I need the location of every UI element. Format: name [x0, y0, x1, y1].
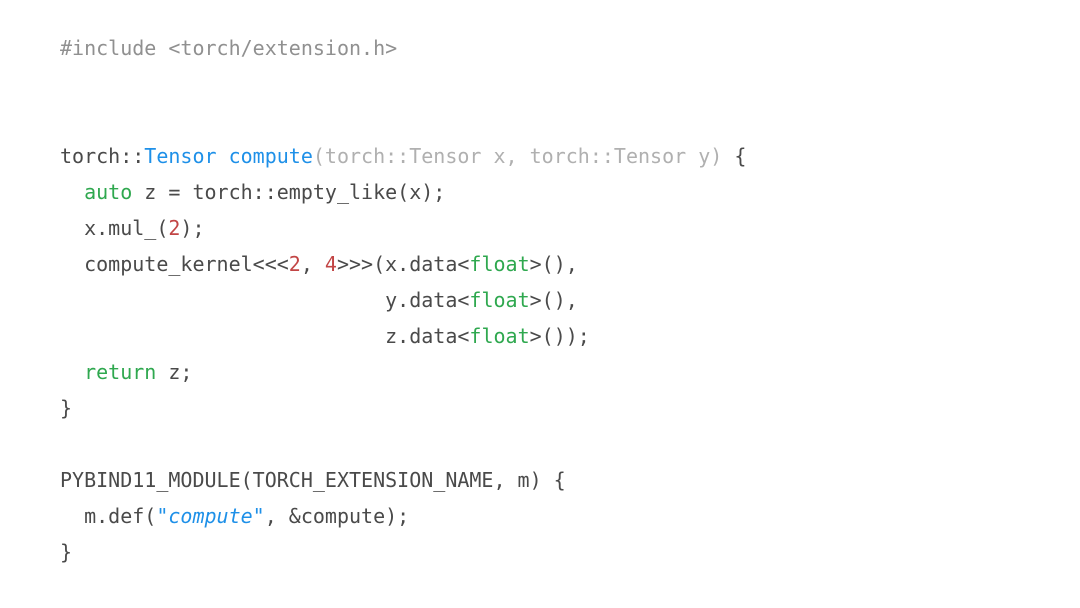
code-line: compute_kernel<<<2, 4>>>(x.data<float>()… [60, 246, 1020, 282]
code-token: z; [156, 360, 192, 384]
code-line: z.data<float>()); [60, 318, 1020, 354]
code-token: } [60, 540, 72, 564]
code-token: Tensor [144, 144, 216, 168]
code-token: >>>(x.data< [337, 252, 469, 276]
code-token: #include <torch/extension.h> [60, 36, 397, 60]
code-line: auto z = torch::empty_like(x); [60, 174, 1020, 210]
code-line: m.def("compute", &compute); [60, 498, 1020, 534]
code-line: } [60, 390, 1020, 426]
code-line: PYBIND11_MODULE(TORCH_EXTENSION_NAME, m)… [60, 462, 1020, 498]
code-token: PYBIND11_MODULE(TORCH_EXTENSION_NAME, m)… [60, 468, 566, 492]
code-token: (torch::Tensor x, torch::Tensor y) [313, 144, 722, 168]
code-token: , &compute); [265, 504, 410, 528]
code-token: m.def( [60, 504, 156, 528]
code-token: ); [180, 216, 204, 240]
code-line [60, 426, 1020, 462]
code-token [60, 180, 84, 204]
code-token: y.data< [60, 288, 469, 312]
code-line: x.mul_(2); [60, 210, 1020, 246]
code-token: float [469, 324, 529, 348]
code-token: compute_kernel<<< [60, 252, 289, 276]
code-token: 4 [325, 252, 337, 276]
code-line [60, 66, 1020, 102]
code-token: auto [84, 180, 132, 204]
code-token: 2 [289, 252, 301, 276]
code-token: } [60, 396, 72, 420]
code-token: z = torch::empty_like(x); [132, 180, 445, 204]
code-token: float [469, 252, 529, 276]
code-line: torch::Tensor compute(torch::Tensor x, t… [60, 138, 1020, 174]
code-token: "compute" [156, 504, 264, 528]
code-line [60, 102, 1020, 138]
code-token: compute [229, 144, 313, 168]
code-token: >()); [530, 324, 590, 348]
code-line: y.data<float>(), [60, 282, 1020, 318]
code-line: return z; [60, 354, 1020, 390]
code-token: return [84, 360, 156, 384]
code-token [217, 144, 229, 168]
code-token: 2 [168, 216, 180, 240]
code-token: x.mul_( [60, 216, 168, 240]
code-token: , [301, 252, 325, 276]
code-token: >(), [530, 288, 578, 312]
code-block: #include <torch/extension.h> torch::Tens… [0, 0, 1080, 600]
code-token: torch:: [60, 144, 144, 168]
code-token [60, 360, 84, 384]
code-token: >(), [530, 252, 578, 276]
code-token: float [469, 288, 529, 312]
code-line: } [60, 534, 1020, 570]
code-token: z.data< [60, 324, 469, 348]
code-line: #include <torch/extension.h> [60, 30, 1020, 66]
code-token: { [722, 144, 746, 168]
